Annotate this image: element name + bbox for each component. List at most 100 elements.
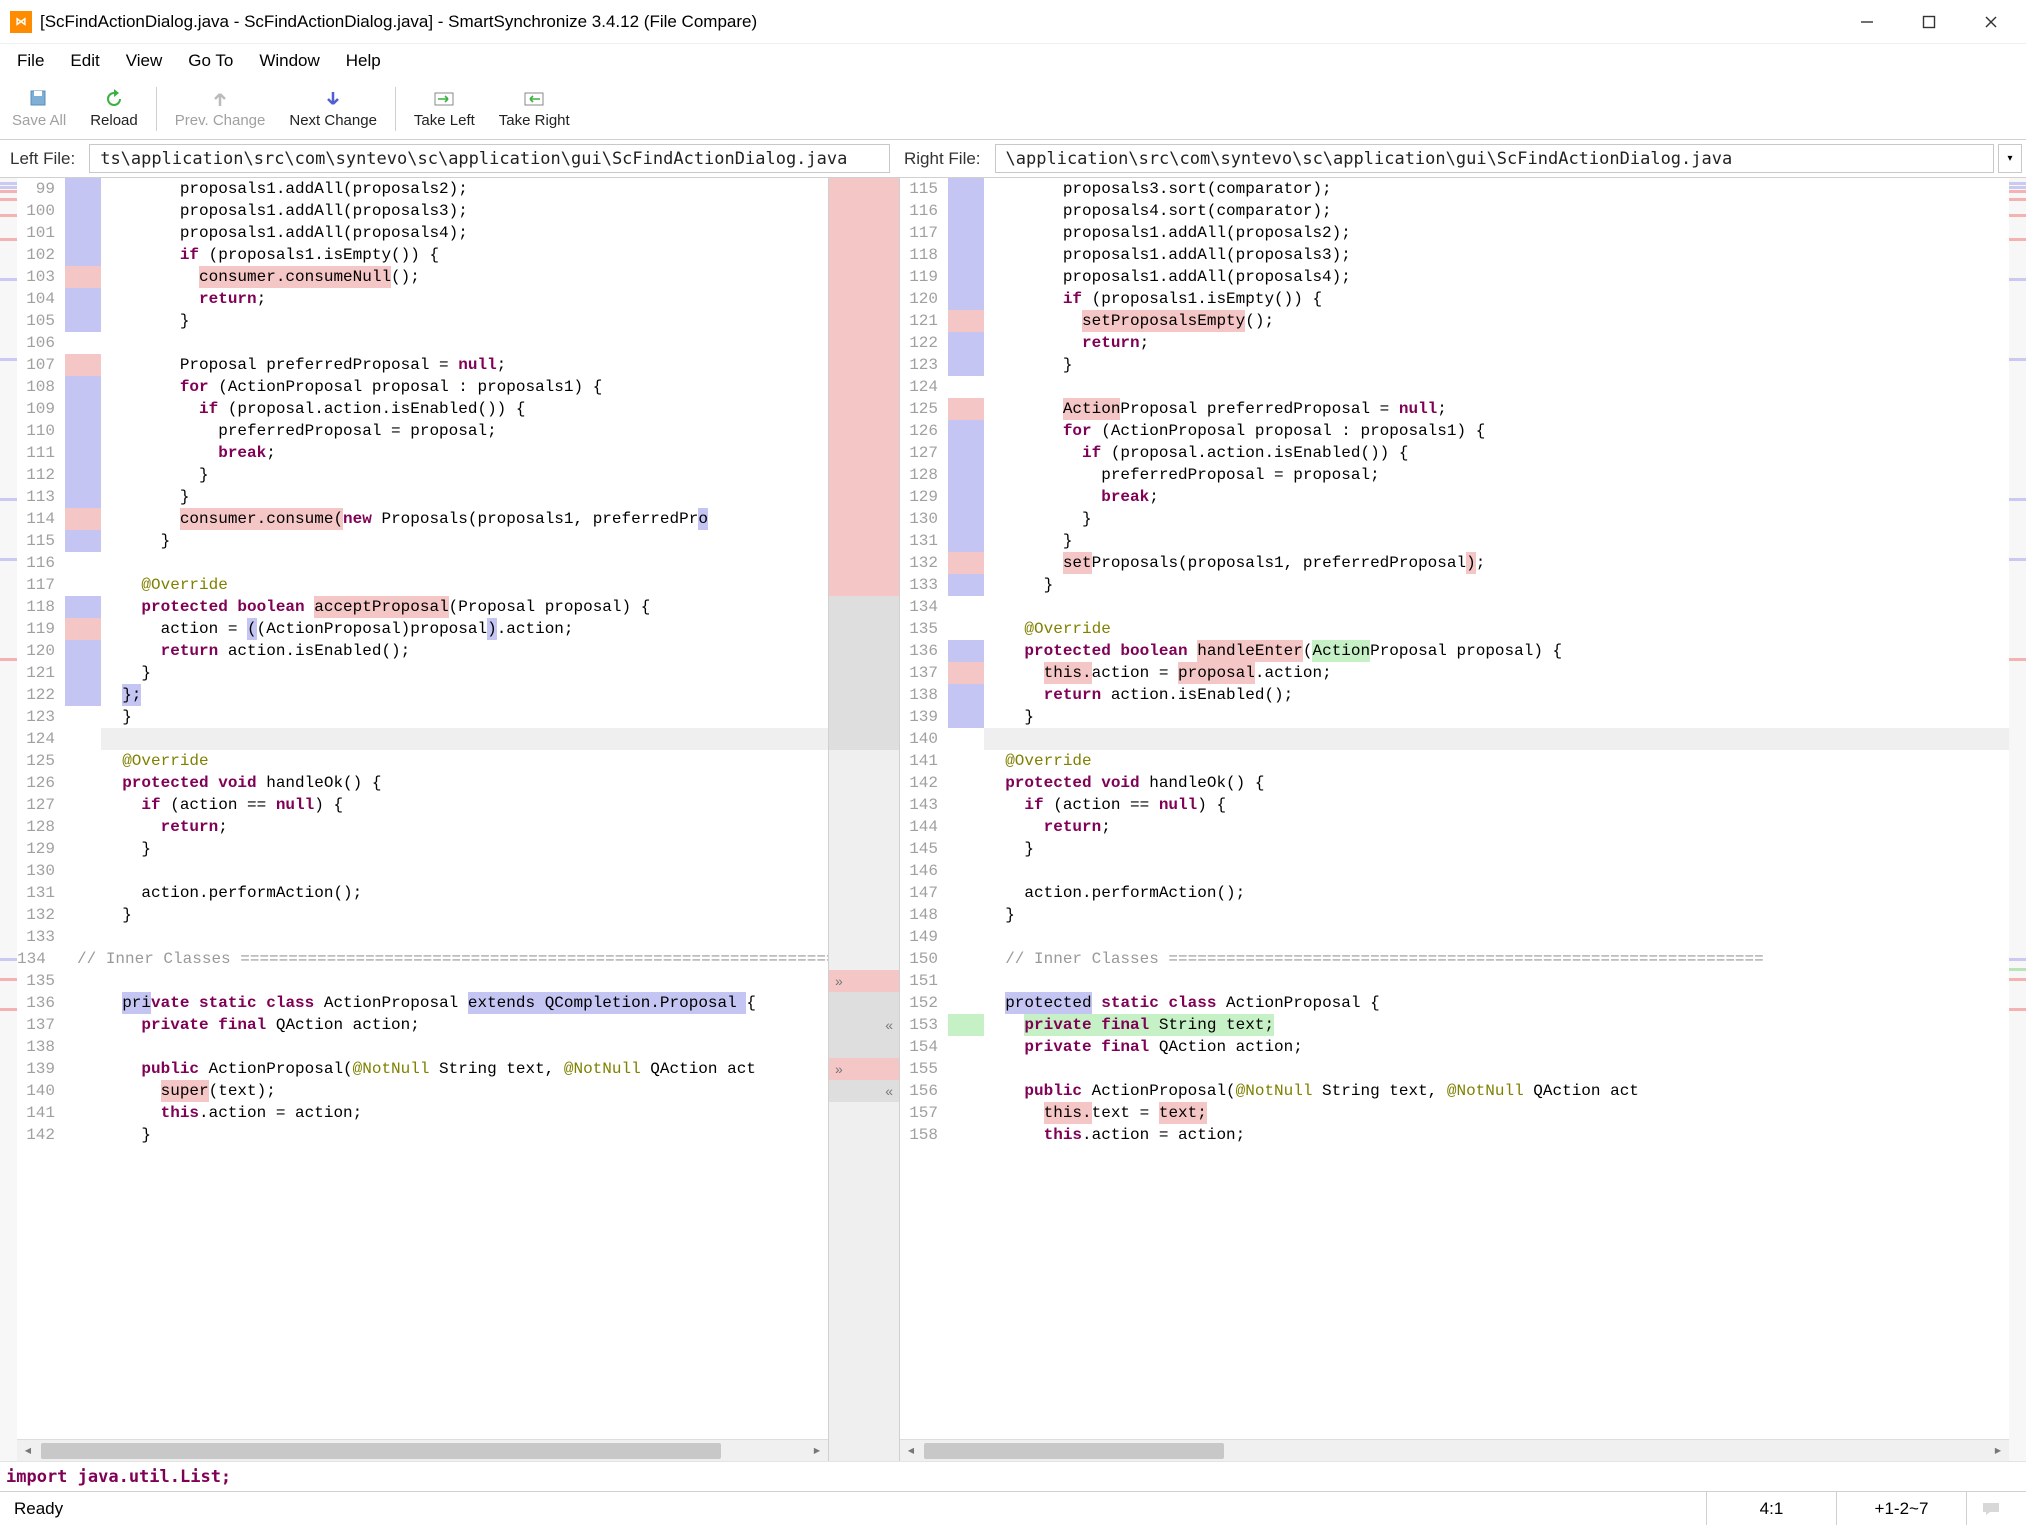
left-editor-pane[interactable]: 99 proposals1.addAll(proposals2);100 pro… [17,178,828,1461]
code-line[interactable]: 124 [900,376,2009,398]
code-line[interactable]: 134 [900,596,2009,618]
status-comment-icon[interactable] [1966,1492,2026,1525]
code-line[interactable]: 112 } [17,464,828,486]
code-line[interactable]: 147 action.performAction(); [900,882,2009,904]
code-line[interactable]: 157 this.text = text; [900,1102,2009,1124]
code-line[interactable]: 131 action.performAction(); [17,882,828,904]
code-line[interactable]: 111 break; [17,442,828,464]
right-file-path[interactable]: \application\src\com\syntevo\sc\applicat… [995,144,1994,173]
code-line[interactable]: 123 } [17,706,828,728]
code-line[interactable]: 113 } [17,486,828,508]
code-line[interactable]: 128 return; [17,816,828,838]
right-file-menu-button[interactable]: ▾ [1998,144,2022,173]
toolbar-take-right[interactable]: Take Right [487,81,582,137]
code-line[interactable]: 151 [900,970,2009,992]
code-line[interactable]: 128 preferredProposal = proposal; [900,464,2009,486]
diff-link[interactable]: » [829,970,899,992]
code-line[interactable]: 137 this.action = proposal.action; [900,662,2009,684]
code-line[interactable]: 116 [17,552,828,574]
code-line[interactable]: 127 if (proposal.action.isEnabled()) { [900,442,2009,464]
code-line[interactable]: 120 return action.isEnabled(); [17,640,828,662]
code-line[interactable]: 122 return; [900,332,2009,354]
code-line[interactable]: 126 for (ActionProposal proposal : propo… [900,420,2009,442]
code-line[interactable]: 115 } [17,530,828,552]
close-button[interactable] [1960,2,2022,42]
code-line[interactable]: 140 super(text); [17,1080,828,1102]
code-line[interactable]: 156 public ActionProposal(@NotNull Strin… [900,1080,2009,1102]
menu-go-to[interactable]: Go To [175,47,246,75]
code-line[interactable]: 103 consumer.consumeNull(); [17,266,828,288]
code-line[interactable]: 120 if (proposals1.isEmpty()) { [900,288,2009,310]
code-line[interactable]: 100 proposals1.addAll(proposals3); [17,200,828,222]
toolbar-reload[interactable]: Reload [78,81,150,137]
code-line[interactable]: 117 @Override [17,574,828,596]
code-line[interactable]: 122 }; [17,684,828,706]
code-line[interactable]: 118 proposals1.addAll(proposals3); [900,244,2009,266]
code-line[interactable]: 110 preferredProposal = proposal; [17,420,828,442]
code-line[interactable]: 143 if (action == null) { [900,794,2009,816]
code-line[interactable]: 155 [900,1058,2009,1080]
code-line[interactable]: 158 this.action = action; [900,1124,2009,1146]
code-line[interactable]: 99 proposals1.addAll(proposals2); [17,178,828,200]
code-line[interactable]: 115 proposals3.sort(comparator); [900,178,2009,200]
code-line[interactable]: 102 if (proposals1.isEmpty()) { [17,244,828,266]
diff-link[interactable]: » [829,1058,899,1080]
code-line[interactable]: 146 [900,860,2009,882]
code-line[interactable]: 153 private final String text; [900,1014,2009,1036]
code-line[interactable]: 119 proposals1.addAll(proposals4); [900,266,2009,288]
code-line[interactable]: 132 setProposals(proposals1, preferredPr… [900,552,2009,574]
code-line[interactable]: 126 protected void handleOk() { [17,772,828,794]
left-file-path[interactable]: ts\application\src\com\syntevo\sc\applic… [89,144,890,173]
left-overview-ruler[interactable] [0,178,17,1461]
code-line[interactable]: 141 this.action = action; [17,1102,828,1124]
code-line[interactable]: 124 [17,728,828,750]
code-line[interactable]: 131 } [900,530,2009,552]
code-line[interactable]: 139 public ActionProposal(@NotNull Strin… [17,1058,828,1080]
code-line[interactable]: 123 } [900,354,2009,376]
code-line[interactable]: 106 [17,332,828,354]
toolbar-take-left[interactable]: Take Left [402,81,487,137]
code-line[interactable]: 125 @Override [17,750,828,772]
left-horizontal-scrollbar[interactable]: ◂ ▸ [17,1439,828,1461]
right-overview-ruler[interactable] [2009,178,2026,1461]
code-line[interactable]: 135 @Override [900,618,2009,640]
code-line[interactable]: 107 Proposal preferredProposal = null; [17,354,828,376]
code-line[interactable]: 127 if (action == null) { [17,794,828,816]
code-line[interactable]: 138 return action.isEnabled(); [900,684,2009,706]
code-line[interactable]: 129 } [17,838,828,860]
code-line[interactable]: 141 @Override [900,750,2009,772]
code-line[interactable]: 133 } [900,574,2009,596]
code-line[interactable]: 150 // Inner Classes ===================… [900,948,2009,970]
right-editor-pane[interactable]: 115 proposals3.sort(comparator);116 prop… [900,178,2009,1461]
code-line[interactable]: 105 } [17,310,828,332]
right-horizontal-scrollbar[interactable]: ◂ ▸ [900,1439,2009,1461]
menu-file[interactable]: File [4,47,57,75]
code-line[interactable]: 145 } [900,838,2009,860]
code-line[interactable]: 138 [17,1036,828,1058]
toolbar-next-change[interactable]: Next Change [277,81,389,137]
code-line[interactable]: 137 private final QAction action; [17,1014,828,1036]
code-line[interactable]: 130 [17,860,828,882]
code-line[interactable]: 142 protected void handleOk() { [900,772,2009,794]
code-line[interactable]: 142 } [17,1124,828,1146]
code-line[interactable]: 133 [17,926,828,948]
code-line[interactable]: 149 [900,926,2009,948]
diff-link[interactable] [829,596,899,750]
code-line[interactable]: 144 return; [900,816,2009,838]
minimize-button[interactable] [1836,2,1898,42]
code-line[interactable]: 109 if (proposal.action.isEnabled()) { [17,398,828,420]
code-line[interactable]: 121 } [17,662,828,684]
code-line[interactable]: 108 for (ActionProposal proposal : propo… [17,376,828,398]
menu-help[interactable]: Help [333,47,394,75]
menu-window[interactable]: Window [246,47,332,75]
code-line[interactable]: 134 // Inner Classes ===================… [17,948,828,970]
code-line[interactable]: 152 protected static class ActionProposa… [900,992,2009,1014]
code-line[interactable]: 139 } [900,706,2009,728]
diff-link[interactable] [829,178,899,596]
code-line[interactable]: 121 setProposalsEmpty(); [900,310,2009,332]
code-line[interactable]: 119 action = ((ActionProposal)proposal).… [17,618,828,640]
diff-link[interactable]: « [829,992,899,1058]
code-line[interactable]: 104 return; [17,288,828,310]
code-line[interactable]: 125 ActionProposal preferredProposal = n… [900,398,2009,420]
code-line[interactable]: 132 } [17,904,828,926]
